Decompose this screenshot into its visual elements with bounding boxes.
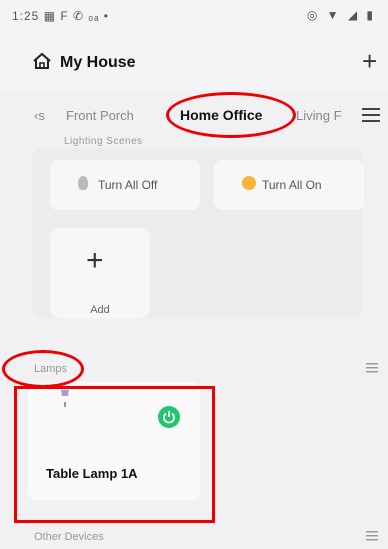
turn-all-on-label: Turn All On — [262, 178, 322, 192]
bulb-on-icon — [242, 176, 256, 190]
lamps-section-label: Lamps — [34, 363, 68, 375]
turn-all-on-button[interactable]: Turn All On — [214, 160, 364, 210]
device-name: Table Lamp 1A — [46, 466, 138, 481]
turn-all-off-label: Turn All Off — [98, 178, 158, 192]
plus-icon: + — [86, 244, 104, 277]
other-devices-section-label: Other Devices — [34, 531, 104, 543]
tab-living[interactable]: Living F — [296, 108, 342, 123]
device-card-table-lamp[interactable]: Table Lamp 1A — [28, 382, 200, 500]
status-bar: 1:25 ▦ F ✆ ₒₐ • ◎ ▼ ◢ ▮ — [0, 0, 388, 30]
app-header — [0, 30, 388, 90]
power-toggle-button[interactable] — [158, 406, 180, 428]
scenes-section-label: Lighting Scenes — [64, 136, 143, 147]
status-time-text: 1:25 — [12, 9, 40, 23]
plus-icon[interactable]: + — [362, 48, 377, 74]
tab-front-porch[interactable]: Front Porch — [66, 108, 134, 123]
status-time: 1:25 ▦ F ✆ ₒₐ • — [12, 9, 109, 23]
tab-home-office[interactable]: Home Office — [180, 107, 262, 123]
lamp-icon — [61, 390, 69, 407]
bulb-off-icon — [78, 176, 88, 190]
house-title[interactable]: My House — [60, 54, 136, 72]
add-scene-label: Add — [90, 304, 110, 316]
tab-previous[interactable]: ‹s — [34, 108, 45, 123]
house-icon[interactable] — [32, 52, 52, 70]
status-left-icons: ▦ F ✆ ₒₐ • — [43, 9, 109, 23]
status-right-icons: ◎ ▼ ◢ ▮ — [306, 8, 376, 22]
other-devices-section-menu-icon[interactable] — [366, 530, 378, 542]
tabs-menu-icon[interactable] — [362, 108, 380, 122]
lamps-section-menu-icon[interactable] — [366, 362, 378, 374]
add-scene-button[interactable]: + Add — [50, 228, 150, 318]
power-icon — [163, 411, 175, 424]
turn-all-off-button[interactable]: Turn All Off — [50, 160, 200, 210]
